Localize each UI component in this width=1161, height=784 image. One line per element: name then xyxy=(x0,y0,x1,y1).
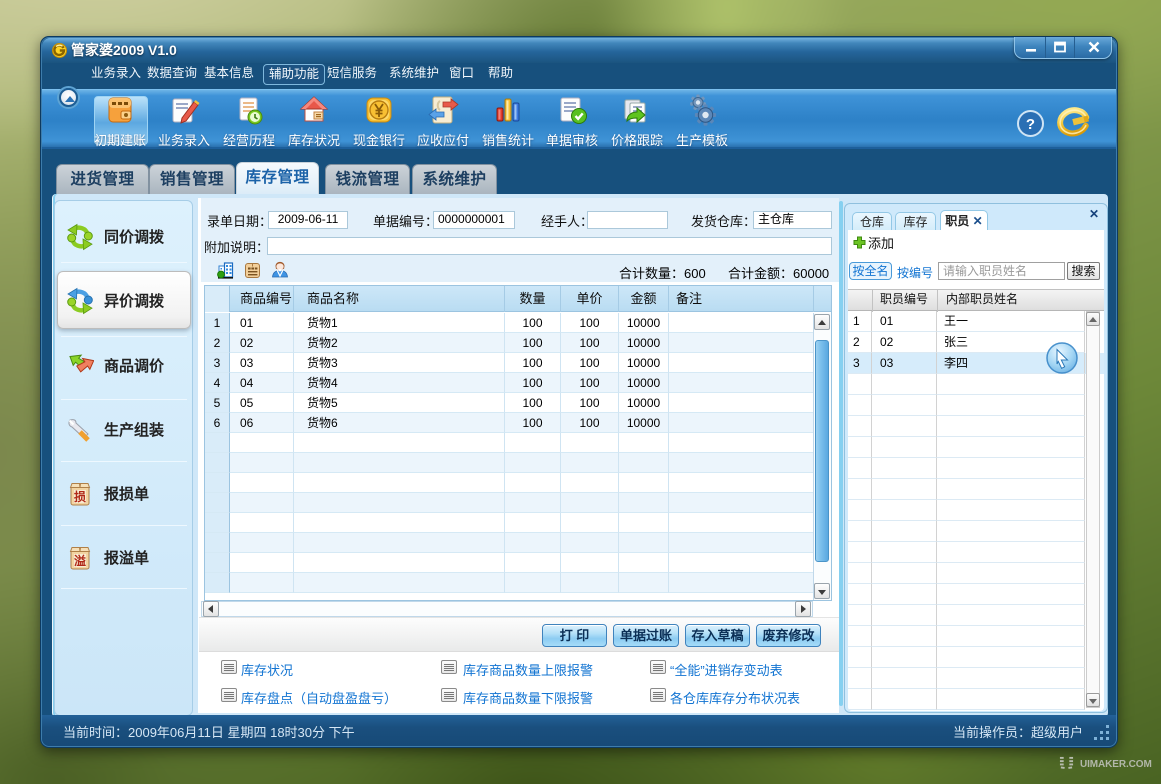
svg-text:损: 损 xyxy=(74,488,86,505)
svg-text:?: ? xyxy=(1026,116,1035,133)
svg-text:溢: 溢 xyxy=(74,552,86,569)
